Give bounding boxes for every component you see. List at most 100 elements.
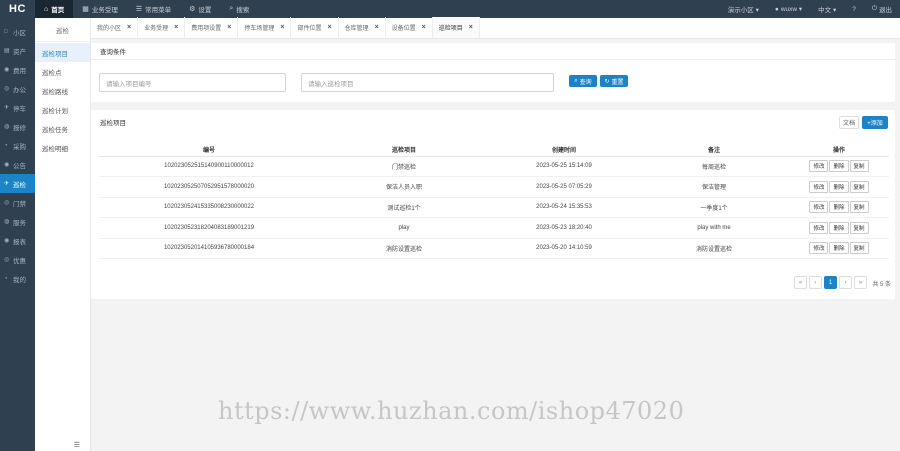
tab-5[interactable]: 仓库管理 × — [339, 17, 386, 38]
sidebar-item-10[interactable]: ◍ 服务 — [0, 212, 35, 231]
help-icon[interactable]: ? — [844, 6, 864, 13]
tab-label: 仓库管理 — [344, 26, 369, 32]
tab-close-icon[interactable]: × — [375, 24, 379, 31]
project-name-input[interactable]: 请输入巡检项目 — [301, 73, 554, 92]
topnav-item-4[interactable]: ⌕ 搜索 — [220, 0, 258, 18]
sidebar-item-3[interactable]: ◎ 办公 — [0, 79, 35, 98]
reset-button[interactable]: ↻ 重置 — [600, 75, 628, 87]
cell-actions: 修改 删除 复制 — [789, 176, 889, 198]
submenu-title: 巡检 — [35, 18, 90, 42]
sidebar-item-8[interactable]: ✈ 巡检 — [0, 174, 35, 193]
page-button-2[interactable]: 1 — [824, 276, 837, 289]
cell-actions: 修改 删除 复制 — [789, 156, 889, 177]
sidebar: □ 小区 ▤ 资产 ◉ 费用 ◎ 办公 ✈ 停车 ◍ 报修 ◔ 采购 ◉ 公告 ✈ 巡检 ◎ 门禁 ◍ 服务 ◉ 报表 ◎ 优惠 ◔… — [0, 18, 35, 451]
language-selector[interactable]: 中文 ▾ — [810, 4, 844, 14]
table-row: 102023052014105936780000184 消防设置巡检 2023-05… — [99, 238, 889, 259]
delete-button[interactable]: 删除 — [829, 221, 849, 234]
page-button-4[interactable]: » — [854, 276, 867, 289]
page-button-1[interactable]: ‹ — [809, 276, 822, 289]
topnav-item-3[interactable]: ⚙ 设置 — [180, 0, 220, 18]
logout-icon: ⏻ — [871, 5, 877, 12]
tab-label: 巡检项目 — [438, 26, 463, 32]
tab-6[interactable]: 设备位置 × — [386, 17, 433, 38]
pagination: «‹ 1 ›» — [794, 276, 867, 289]
copy-button[interactable]: 复制 — [849, 180, 869, 193]
sidebar-item-6[interactable]: ◔ 采购 — [0, 136, 35, 155]
topnav-item-2[interactable]: ☰ 常用菜单 — [127, 0, 180, 18]
cell-actions: 修改 删除 复制 — [789, 238, 889, 259]
copy-button[interactable]: 复制 — [849, 242, 869, 255]
app-logo: HC — [9, 3, 26, 15]
tab-4[interactable]: 部件位置 × — [291, 17, 339, 38]
community-selector[interactable]: 演示小区 ▾ — [720, 4, 767, 14]
sidebar-item-9[interactable]: ◎ 门禁 — [0, 193, 35, 212]
tab-7[interactable]: 巡检项目 × — [432, 17, 480, 38]
sidebar-item-4[interactable]: ✈ 停车 — [0, 98, 35, 117]
user-name: wuxw ▾ — [780, 6, 803, 13]
search-icon: ⌕ — [574, 77, 578, 84]
tab-close-icon[interactable]: × — [174, 24, 178, 31]
collapse-icon[interactable]: ☰ — [74, 441, 80, 449]
top-bar: HC ⌂ 首页 ▦ 业务受理 ☰ 常用菜单 ⚙ 设置 ⌕ 搜索 演示小区 ▾ ● wuxw ▾ 中文… — [0, 0, 900, 18]
sidebar-item-13[interactable]: ◔ 我的 — [0, 269, 35, 288]
tab-close-icon[interactable]: × — [127, 24, 131, 31]
submenu-item-5[interactable]: 巡检明细 — [35, 138, 90, 157]
sidebar-item-12[interactable]: ◎ 优惠 — [0, 250, 35, 269]
submenu-item-3[interactable]: 巡检计划 — [35, 100, 90, 119]
tab-close-icon[interactable]: × — [327, 24, 331, 31]
tab-close-icon[interactable]: × — [422, 24, 426, 31]
submenu-item-1[interactable]: 巡检点 — [35, 62, 90, 81]
sidebar-item-11[interactable]: ◉ 报表 — [0, 231, 35, 250]
submenu-item-4[interactable]: 巡检任务 — [35, 119, 90, 138]
sidebar-item-label: 资产 — [13, 48, 26, 56]
copy-button[interactable]: 复制 — [849, 221, 869, 234]
cell-time: 2023-05-20 14:10:59 — [489, 238, 639, 259]
reset-button-label: 重置 — [611, 79, 624, 86]
tab-1[interactable]: 业务受理 × — [138, 17, 186, 38]
tab-label: 停车场管理 — [244, 26, 275, 32]
tab-0[interactable]: 我的小区 × — [91, 17, 139, 38]
topnav-item-0[interactable]: ⌂ 首页 — [35, 0, 74, 18]
tab-close-icon[interactable]: × — [280, 24, 284, 31]
list-panel: 巡检项目 文档 +添加 编号 巡检项目 创建时间 备注 操作 1020230525151… — [91, 110, 895, 299]
project-code-input[interactable]: 请输入项目编号 — [99, 73, 286, 92]
sidebar-item-label: 巡检 — [13, 181, 26, 189]
edit-button[interactable]: 修改 — [809, 201, 829, 214]
action-group: 修改 删除 复制 — [809, 180, 869, 193]
delete-button[interactable]: 删除 — [829, 160, 849, 173]
page-button-3[interactable]: › — [839, 276, 852, 289]
cell-code: 102023052014105936780000184 — [99, 238, 319, 259]
copy-button[interactable]: 复制 — [849, 160, 869, 173]
topnav-item-1[interactable]: ▦ 业务受理 — [73, 0, 127, 18]
edit-button[interactable]: 修改 — [809, 160, 829, 173]
add-button[interactable]: +添加 — [862, 116, 888, 129]
delete-button[interactable]: 删除 — [829, 180, 849, 193]
user-menu[interactable]: ● wuxw ▾ — [767, 5, 810, 14]
submenu-item-0[interactable]: 巡检项目 — [35, 43, 90, 62]
logout-button[interactable]: ⏻ 退出 — [864, 4, 900, 14]
tab-3[interactable]: 停车场管理 × — [238, 17, 292, 38]
sidebar-item-2[interactable]: ◉ 费用 — [0, 60, 35, 79]
edit-button[interactable]: 修改 — [809, 180, 829, 193]
sidebar-item-5[interactable]: ◍ 报修 — [0, 117, 35, 136]
tab-close-icon[interactable]: × — [469, 24, 473, 31]
copy-button[interactable]: 复制 — [849, 201, 869, 214]
doc-button[interactable]: 文档 — [839, 116, 859, 129]
sidebar-item-icon: ✈ — [4, 105, 10, 111]
cell-name: 门禁巡检 — [319, 156, 489, 177]
search-button[interactable]: ⌕ 查询 — [569, 75, 597, 87]
column-header: 编号 — [99, 144, 319, 157]
cell-code: 102023052507052951578000020 — [99, 176, 319, 198]
sidebar-item-1[interactable]: ▤ 资产 — [0, 41, 35, 60]
edit-button[interactable]: 修改 — [809, 242, 829, 255]
sidebar-item-0[interactable]: □ 小区 — [0, 22, 35, 41]
page-button-0[interactable]: « — [794, 276, 807, 289]
cell-remark: 每周巡检 — [639, 156, 789, 177]
edit-button[interactable]: 修改 — [809, 221, 829, 234]
tab-close-icon[interactable]: × — [227, 24, 231, 31]
tab-2[interactable]: 费用项设置 × — [185, 17, 239, 38]
delete-button[interactable]: 删除 — [829, 201, 849, 214]
sidebar-item-7[interactable]: ◉ 公告 — [0, 155, 35, 174]
delete-button[interactable]: 删除 — [829, 242, 849, 255]
submenu-item-2[interactable]: 巡检路线 — [35, 81, 90, 100]
